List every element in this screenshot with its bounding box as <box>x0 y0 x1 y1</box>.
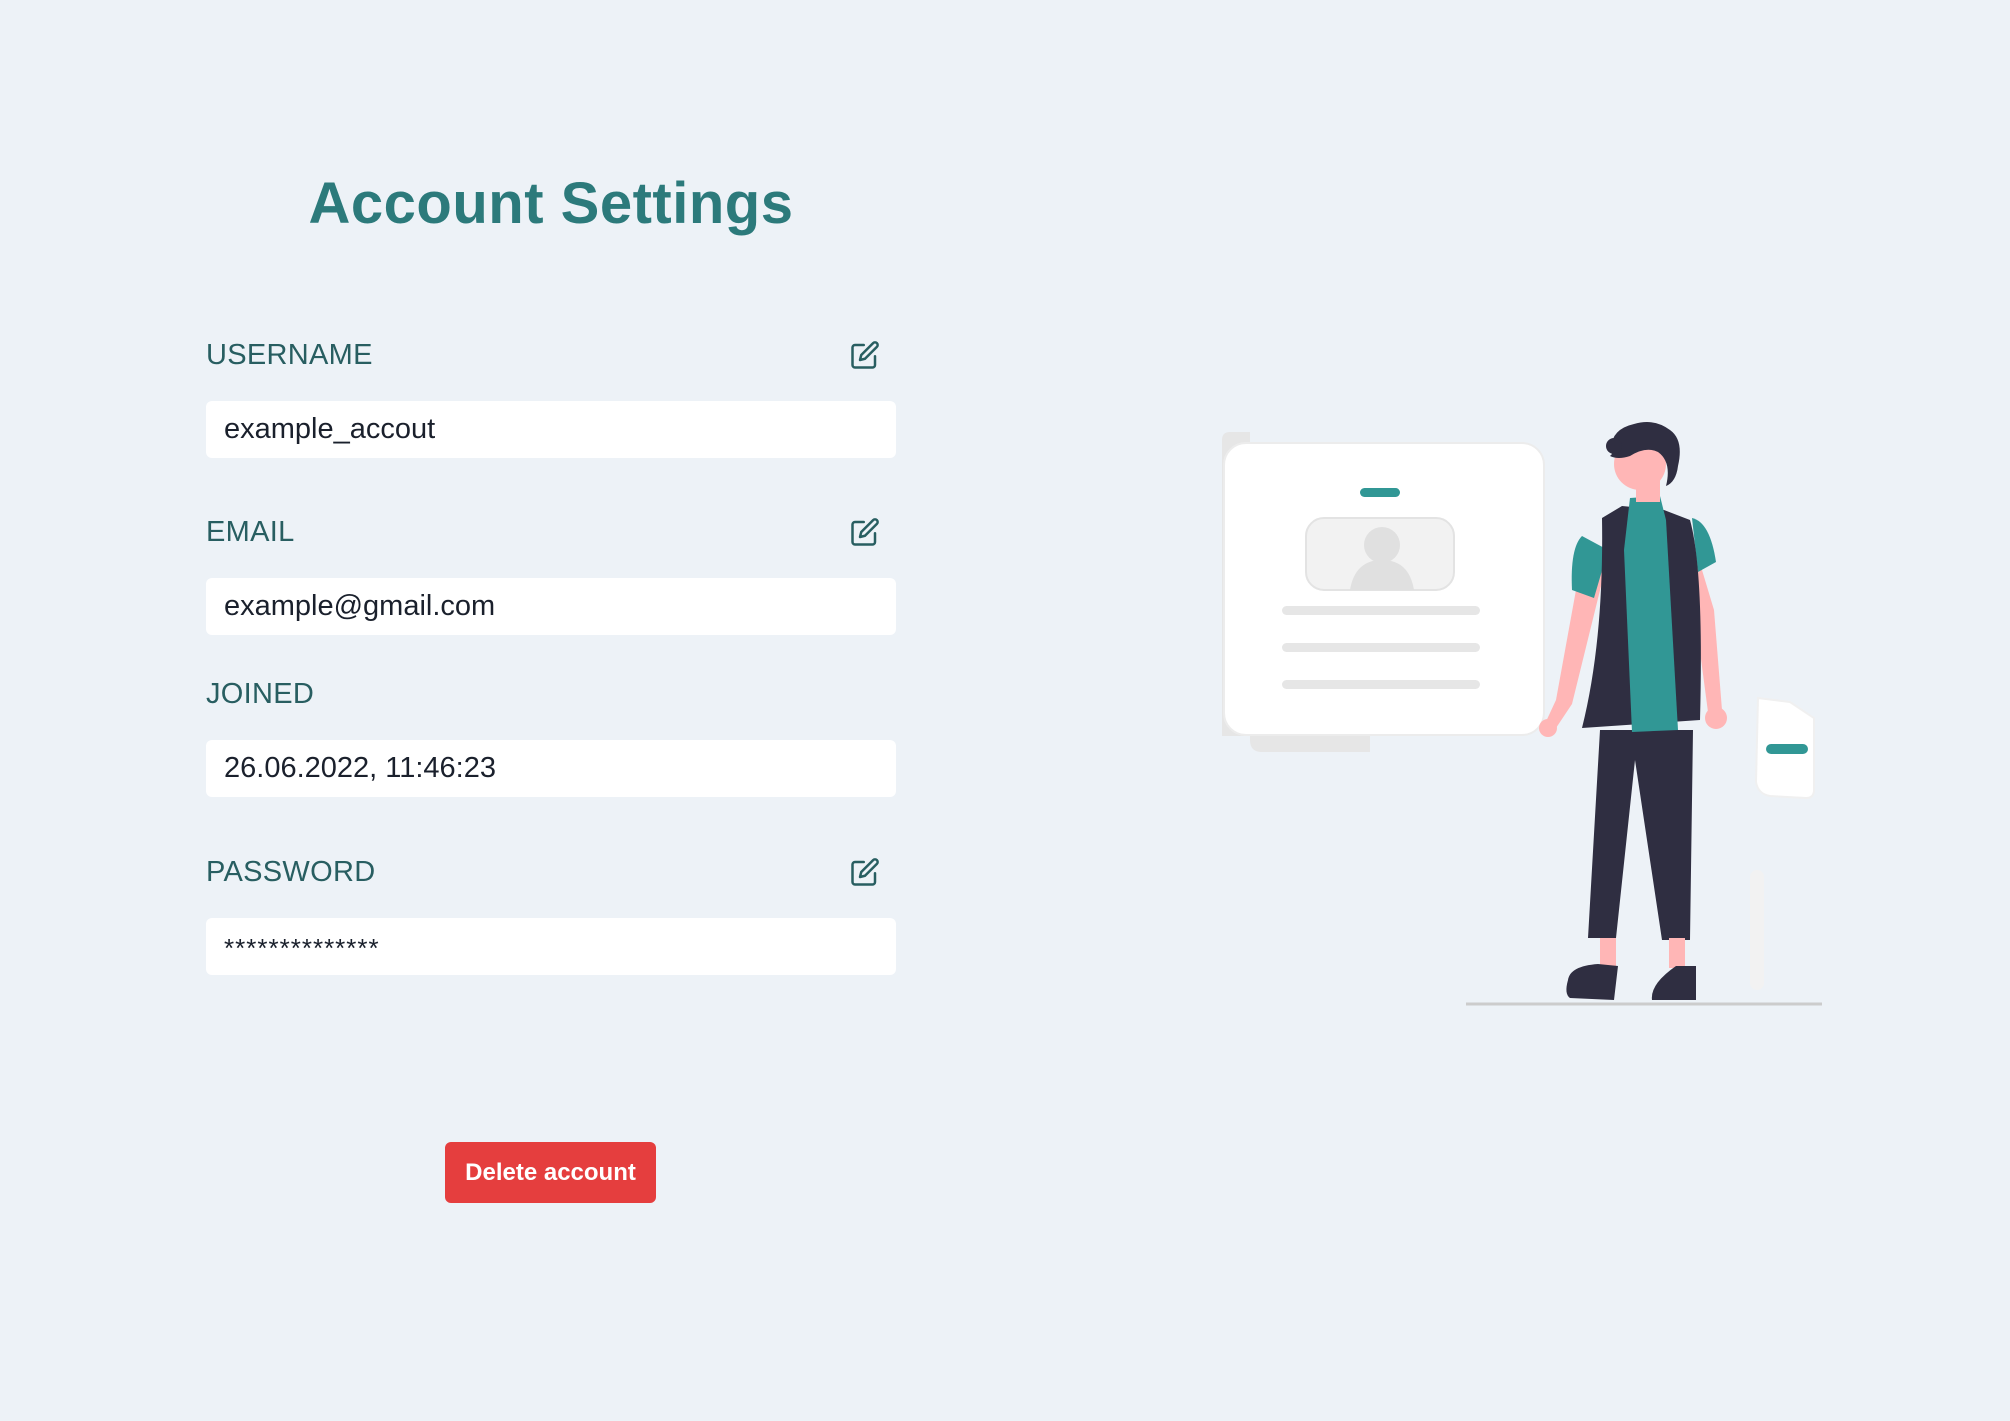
password-field-header: PASSWORD <box>206 847 896 897</box>
edit-username-button[interactable] <box>848 338 882 372</box>
password-field-group: PASSWORD ************** <box>206 847 896 975</box>
delete-account-button[interactable]: Delete account <box>445 1142 656 1203</box>
edit-icon <box>851 341 879 369</box>
username-field-header: USERNAME <box>206 330 896 380</box>
account-settings-page: Account Settings USERNAME example_accout… <box>0 0 2010 1421</box>
page-title: Account Settings <box>308 171 794 236</box>
email-field-header: EMAIL <box>206 507 896 557</box>
edit-password-button[interactable] <box>848 855 882 889</box>
joined-field-group: JOINED 26.06.2022, 11:46:23 <box>206 669 896 797</box>
email-field-group: EMAIL example@gmail.com <box>206 507 896 635</box>
password-value: ************** <box>206 918 896 975</box>
settings-panel: Account Settings USERNAME example_accout… <box>206 160 896 975</box>
email-label: EMAIL <box>206 515 295 548</box>
person-shoe <box>1566 964 1618 1000</box>
person-shoe <box>1651 966 1696 1000</box>
username-value: example_accout <box>206 401 896 458</box>
card-accent-bar <box>1360 488 1400 497</box>
username-label: USERNAME <box>206 338 373 371</box>
joined-value: 26.06.2022, 11:46:23 <box>206 740 896 797</box>
edit-icon <box>851 518 879 546</box>
joined-label: JOINED <box>206 677 315 710</box>
joined-field-header: JOINED <box>206 669 896 719</box>
card-line <box>1282 680 1480 689</box>
email-value: example@gmail.com <box>206 578 896 635</box>
profile-card-illustration <box>1222 422 1822 1006</box>
edit-icon <box>851 858 879 886</box>
card-line <box>1282 606 1480 615</box>
password-label: PASSWORD <box>206 855 376 888</box>
person-legs <box>1588 730 1693 940</box>
edit-email-button[interactable] <box>848 515 882 549</box>
card-line <box>1282 643 1480 652</box>
username-field-group: USERNAME example_accout <box>206 330 896 458</box>
